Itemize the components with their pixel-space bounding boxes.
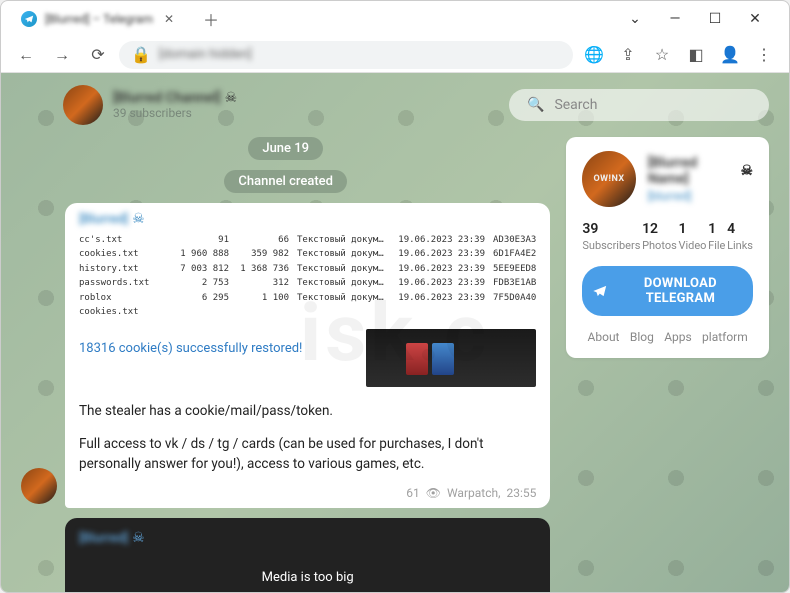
view-count: 61 [406, 486, 420, 500]
file-row: history.txt7 003 8121 368 736Текстовый д… [79, 262, 536, 276]
stat-item[interactable]: 39Subscribers [582, 221, 640, 252]
sidepanel-icon[interactable]: ◧ [681, 40, 711, 70]
chevron-down-icon[interactable]: ⌄ [621, 5, 649, 33]
new-tab-button[interactable]: ＋ [197, 5, 225, 33]
stat-item[interactable]: 12Photos [642, 221, 677, 252]
file-listing: cc's.txt9166Текстовый докум…19.06.2023 2… [65, 231, 550, 325]
telegram-icon [592, 282, 607, 300]
message-author[interactable]: [Blurred] ☠ [79, 530, 536, 546]
footer-link[interactable]: Blog [630, 330, 654, 344]
channel-header: [Blurred Channel] ☠ 39 subscribers 🔍 Sea… [1, 73, 789, 137]
search-icon: 🔍 [527, 97, 544, 113]
file-row: cc's.txt9166Текстовый докум…19.06.2023 2… [79, 233, 536, 247]
footer-link[interactable]: platform [702, 330, 748, 344]
message-text: The stealer has a cookie/mail/pass/token… [65, 397, 550, 486]
message-author[interactable]: [Blurred] ☠ [65, 203, 550, 231]
message: [Blurred] ☠ cc's.txt9166Текстовый докум…… [21, 203, 550, 508]
url-text: [domain hidden] [159, 47, 252, 62]
bookmark-icon[interactable]: ☆ [647, 40, 677, 70]
stat-item[interactable]: 4Links [727, 221, 753, 252]
translate-icon[interactable]: 🌐 [579, 40, 609, 70]
message-signature: Warpatch, [447, 486, 501, 500]
subscriber-count: 39 subscribers [113, 106, 237, 120]
date-separator: June 19 [248, 137, 323, 160]
footer-link[interactable]: About [588, 330, 620, 344]
card-subtitle: [blurred] [648, 189, 753, 203]
channel-name: [Blurred Channel] ☠ [113, 90, 237, 106]
browser-tab[interactable]: [Blurred] – Telegram ✕ [9, 5, 189, 33]
skull-icon: ☠ [132, 530, 145, 546]
stats-row: 39Subscribers12Photos1Video1File4Links [582, 221, 753, 252]
footer-link[interactable]: Apps [664, 330, 692, 344]
stat-item[interactable]: 1Video [678, 221, 706, 252]
minimize-button[interactable]: — [661, 5, 689, 33]
restored-status: 18316 cookie(s) successfully restored! [79, 329, 356, 356]
page-content: isk.c [Blurred Channel] ☠ 39 subscribers… [1, 73, 789, 592]
browser-toolbar: ← → ⟳ 🔒 [domain hidden] 🌐 ⇪ ☆ ◧ 👤 ⋮ [1, 37, 789, 73]
media-message-bubble: [Blurred] ☠ Media is too big VIEW IN TEL… [65, 518, 550, 592]
titlebar: [Blurred] – Telegram ✕ ＋ ⌄ — ☐ ✕ [1, 1, 789, 37]
media-too-big-label: Media is too big [262, 570, 354, 585]
message: [Blurred] ☠ Media is too big VIEW IN TEL… [21, 518, 550, 592]
footer-links: About Blog Apps platform [582, 330, 753, 344]
card-avatar[interactable]: OW!NX [582, 151, 635, 207]
message-meta: 61 👁 Warpatch, 23:55 [65, 486, 550, 508]
card-channel-name: [Blurred Name] ☠ [648, 155, 753, 187]
stat-item[interactable]: 1File [708, 221, 725, 252]
screenshot-thumbnail[interactable] [366, 329, 536, 387]
back-button[interactable]: ← [11, 40, 41, 70]
profile-icon[interactable]: 👤 [715, 40, 745, 70]
channel-info-card: OW!NX [Blurred Name] ☠ [blurred] 39Subsc… [566, 137, 769, 358]
message-avatar[interactable] [21, 468, 57, 504]
file-row: roblox cookies.txt6 2951 100Текстовый до… [79, 291, 536, 320]
skull-icon: ☠ [225, 90, 238, 106]
message-time: 23:55 [506, 486, 536, 500]
tab-title: [Blurred] – Telegram [45, 12, 153, 26]
message-bubble: [Blurred] ☠ cc's.txt9166Текстовый докум…… [65, 203, 550, 508]
close-tab-icon[interactable]: ✕ [161, 11, 177, 27]
message-list: June 19 Channel created [Blurred] ☠ cc's… [21, 137, 550, 592]
channel-avatar[interactable] [63, 85, 103, 125]
skull-icon: ☠ [132, 211, 145, 227]
eye-icon: 👁 [426, 486, 441, 500]
close-window-button[interactable]: ✕ [741, 5, 769, 33]
channel-created-chip: Channel created [224, 170, 347, 193]
address-bar[interactable]: 🔒 [domain hidden] [119, 41, 573, 69]
search-placeholder: Search [554, 97, 597, 113]
file-row: passwords.txt2 753312Текстовый докум…19.… [79, 276, 536, 290]
reload-button[interactable]: ⟳ [83, 40, 113, 70]
forward-button[interactable]: → [47, 40, 77, 70]
browser-window: [Blurred] – Telegram ✕ ＋ ⌄ — ☐ ✕ ← → ⟳ 🔒… [0, 0, 790, 593]
skull-icon: ☠ [740, 163, 753, 179]
lock-icon: 🔒 [131, 45, 151, 64]
share-icon[interactable]: ⇪ [613, 40, 643, 70]
search-input[interactable]: 🔍 Search [509, 89, 769, 121]
download-telegram-button[interactable]: DOWNLOAD TELEGRAM [582, 266, 753, 316]
maximize-button[interactable]: ☐ [701, 5, 729, 33]
telegram-icon [21, 11, 37, 27]
menu-icon[interactable]: ⋮ [749, 40, 779, 70]
file-row: cookies.txt1 960 888359 982Текстовый док… [79, 247, 536, 261]
